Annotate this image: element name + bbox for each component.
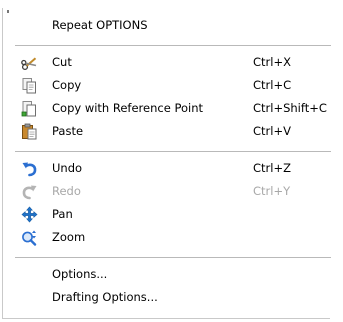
- paste-icon: [22, 123, 37, 140]
- copy-shortcut: Ctrl+C: [253, 78, 292, 92]
- copy-item[interactable]: Copy Ctrl+C: [15, 75, 331, 96]
- copy-with-reference-point-label: Copy with Reference Point: [52, 101, 203, 115]
- copy-with-reference-point-item[interactable]: Copy with Reference Point Ctrl+Shift+C: [15, 98, 331, 119]
- undo-label: Undo: [52, 161, 83, 175]
- menu-corner-mark: [7, 10, 9, 13]
- zoom-icon: [22, 230, 37, 246]
- redo-label: Redo: [52, 184, 81, 198]
- paste-shortcut: Ctrl+V: [253, 124, 291, 138]
- copy-label: Copy: [52, 78, 82, 92]
- menu-separator: [15, 151, 331, 152]
- scissors-icon: [21, 57, 37, 71]
- cut-shortcut: Ctrl+X: [253, 55, 291, 69]
- copy-with-reference-point-shortcut: Ctrl+Shift+C: [253, 101, 327, 115]
- repeat-options-item[interactable]: Repeat OPTIONS: [15, 15, 331, 36]
- context-menu: Repeat OPTIONS Cut Ctrl+X Copy Ctrl+C Co…: [2, 8, 331, 319]
- menu-separator: [15, 45, 331, 46]
- redo-shortcut: Ctrl+Y: [253, 184, 291, 198]
- zoom-label: Zoom: [52, 230, 86, 244]
- menu-separator: [15, 257, 331, 258]
- drafting-options-item[interactable]: Drafting Options...: [15, 287, 331, 308]
- cut-item[interactable]: Cut Ctrl+X: [15, 52, 331, 73]
- redo-item: Redo Ctrl+Y: [15, 181, 331, 202]
- copy-with-base-point-icon: [21, 101, 36, 117]
- undo-item[interactable]: Undo Ctrl+Z: [15, 158, 331, 179]
- options-label: Options...: [52, 267, 108, 281]
- pan-item[interactable]: Pan: [15, 204, 331, 225]
- options-item[interactable]: Options...: [15, 264, 331, 285]
- paste-item[interactable]: Paste Ctrl+V: [15, 121, 331, 142]
- pan-icon: [21, 206, 38, 223]
- cut-label: Cut: [52, 55, 72, 69]
- undo-shortcut: Ctrl+Z: [253, 161, 291, 175]
- repeat-options-label: Repeat OPTIONS: [52, 18, 148, 32]
- copy-icon: [22, 78, 36, 94]
- pan-label: Pan: [52, 207, 73, 221]
- undo-icon: [22, 162, 37, 177]
- paste-label: Paste: [52, 124, 84, 138]
- zoom-item[interactable]: Zoom: [15, 227, 331, 248]
- drafting-options-label: Drafting Options...: [52, 290, 158, 304]
- redo-icon: [22, 185, 37, 200]
